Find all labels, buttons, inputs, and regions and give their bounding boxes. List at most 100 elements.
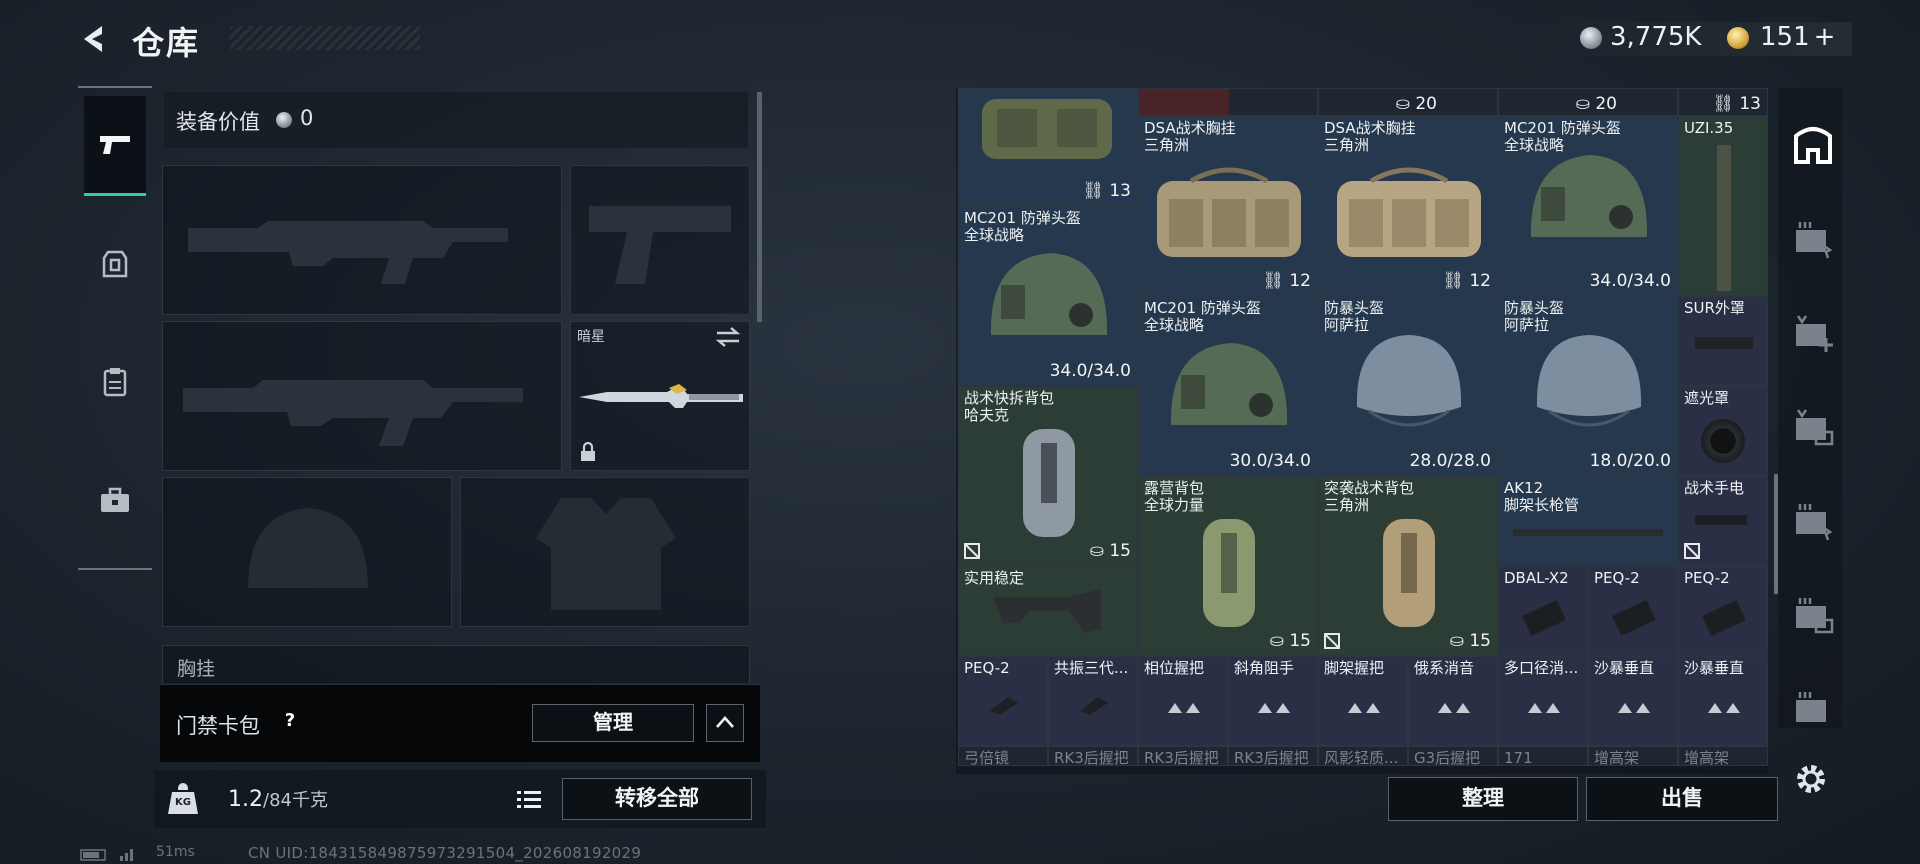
item-name: SUR外罩 — [1684, 299, 1745, 317]
manage-button[interactable]: 管理 — [532, 704, 694, 742]
pistol-slot[interactable] — [570, 165, 750, 315]
melee-slot[interactable]: 暗星 — [570, 321, 750, 471]
storage-item[interactable]: UZI.35 — [1678, 116, 1768, 296]
secondary-weapon-slot[interactable] — [162, 321, 562, 471]
item-name: AK12 脚架长枪管 — [1504, 479, 1580, 514]
gear-icon[interactable] — [1792, 760, 1830, 798]
storage-item[interactable]: 战术手电 — [1678, 476, 1768, 566]
storage-item[interactable]: 沙暴垂直 — [1588, 656, 1678, 746]
storage-item[interactable]: 多口径消... — [1498, 656, 1588, 746]
storage-item[interactable]: 实用稳定 — [958, 566, 1138, 656]
storage-item[interactable]: SUR外罩 — [1678, 296, 1768, 386]
storage-cell[interactable] — [1138, 88, 1318, 116]
item-name: RK3后握把 — [1234, 749, 1309, 766]
chest-rig-slot[interactable]: 胸挂 — [162, 645, 750, 683]
storage-item[interactable]: PEQ-2 — [1588, 566, 1678, 656]
collapse-button[interactable] — [706, 704, 744, 742]
storage-item[interactable]: 风影轻质... — [1318, 746, 1408, 766]
storage-item[interactable]: 相位握把 — [1138, 656, 1228, 746]
storage-item[interactable]: 俄系消音 — [1408, 656, 1498, 746]
storage-item[interactable]: ⛓ 13 — [958, 88, 1138, 206]
item-name: MC201 防弹头盔 全球战略 — [1144, 299, 1261, 334]
primary-weapon-slot[interactable] — [162, 165, 562, 315]
storage-tab-3-icon[interactable] — [1790, 216, 1836, 262]
silver-coin-icon — [276, 112, 292, 128]
storage-item[interactable]: 防暴头盔 阿萨拉 28.0/28.0 — [1318, 296, 1498, 476]
list-icon[interactable] — [514, 784, 544, 814]
back-arrow-icon[interactable] — [78, 22, 112, 56]
item-name: G3后握把 — [1414, 749, 1481, 766]
helmet-slot[interactable] — [162, 477, 452, 627]
item-name: 增高架 — [1594, 749, 1640, 766]
storage-item[interactable]: 露营背包 全球力量 ⛀ 15 — [1138, 476, 1318, 656]
storage-item[interactable]: 防暴头盔 阿萨拉 18.0/20.0 — [1498, 296, 1678, 476]
storage-item[interactable]: 171 — [1498, 746, 1588, 766]
storage-tab-7-icon[interactable] — [1790, 686, 1836, 732]
nav-tab-rig[interactable] — [84, 332, 146, 432]
sort-button[interactable]: 整理 — [1388, 777, 1578, 821]
storage-item[interactable]: RK3后握把 — [1138, 746, 1228, 766]
storage-item[interactable]: 遮光罩 — [1678, 386, 1768, 476]
item-name: DSA战术胸挂 三角洲 — [1144, 119, 1236, 154]
item-name: 遮光罩 — [1684, 389, 1730, 407]
storage-item[interactable]: DSA战术胸挂 三角洲 ⛓ 12 — [1318, 116, 1498, 296]
item-name: 沙暴垂直 — [1594, 659, 1655, 677]
storage-item[interactable]: PEQ-2 — [1678, 566, 1768, 656]
help-icon[interactable]: ? — [277, 710, 303, 736]
nav-tab-case[interactable] — [84, 450, 146, 550]
weight-value: 1.2 — [228, 787, 263, 812]
storage-item[interactable]: 脚架握把 — [1318, 656, 1408, 746]
unknown-item-icon — [1708, 703, 1740, 713]
transfer-all-button[interactable]: 转移全部 — [562, 778, 752, 820]
nav-tab-armor[interactable] — [84, 214, 146, 314]
storage-item[interactable]: DSA战术胸挂 三角洲 ⛓ 12 — [1138, 116, 1318, 296]
swap-icon[interactable] — [715, 326, 741, 348]
equipment-value: 0 — [300, 106, 314, 130]
item-name: PEQ-2 — [1594, 569, 1640, 587]
storage-item[interactable]: MC201 防弹头盔 全球战略 34.0/34.0 — [1498, 116, 1678, 296]
storage-item[interactable]: RK3后握把 — [1048, 746, 1138, 766]
lens-hood-icon — [1701, 419, 1745, 463]
storage-item[interactable]: MC201 防弹头盔 全球战略 34.0/34.0 — [958, 206, 1138, 386]
rifle-silhouette-icon — [188, 221, 508, 284]
storage-item[interactable]: 战术快拆背包 哈夫克 ⛀ 15 — [958, 386, 1138, 566]
storage-item[interactable]: G3后握把 — [1408, 746, 1498, 766]
gold-currency-value[interactable]: 151 + — [1760, 22, 1835, 52]
storage-cell[interactable]: ⛀ 20 — [1318, 88, 1498, 116]
storage-item[interactable]: 斜角阻手 — [1228, 656, 1318, 746]
storage-item[interactable]: RK3后握把 — [1228, 746, 1318, 766]
storage-cell[interactable]: ⛀ 20 — [1498, 88, 1678, 116]
storage-tab-4-icon[interactable] — [1790, 404, 1836, 450]
armor-slot[interactable] — [460, 477, 750, 627]
storage-tab-5-icon[interactable] — [1790, 498, 1836, 544]
storage-item[interactable]: DBAL-X2 — [1498, 566, 1588, 656]
add-currency-button[interactable]: + — [1814, 22, 1836, 52]
storage-cell[interactable]: ⛓ 13 — [1678, 88, 1768, 116]
storage-tab-add-icon[interactable] — [1790, 310, 1836, 356]
storage-item[interactable]: 增高架 — [1588, 746, 1678, 766]
storage-item[interactable]: 共振三代... — [1048, 656, 1138, 746]
storage-item[interactable]: 增高架 — [1678, 746, 1768, 766]
storage-item[interactable]: 弓倍镜 — [958, 746, 1048, 766]
gold-coin-icon — [1727, 27, 1749, 49]
loadout-scrollbar[interactable] — [757, 92, 762, 322]
storage-item[interactable]: PEQ-2 — [958, 656, 1048, 746]
nav-tab-weapons[interactable] — [84, 96, 146, 196]
storage-home-icon[interactable] — [1790, 122, 1836, 168]
storage-item[interactable]: AK12 脚架长枪管 — [1498, 476, 1678, 566]
item-name: 脚架握把 — [1324, 659, 1385, 677]
item-count-value: 15 — [1469, 631, 1491, 651]
item-count: ⛀ 20 — [1575, 94, 1617, 114]
storage-tab-6-icon[interactable] — [1790, 592, 1836, 638]
storage-item[interactable]: 突袭战术背包 三角洲 ⛀ 15 — [1318, 476, 1498, 656]
item-name: 弓倍镜 — [964, 749, 1010, 766]
item-name: 相位握把 — [1144, 659, 1205, 677]
item-name: 斜角阻手 — [1234, 659, 1295, 677]
sell-button[interactable]: 出售 — [1586, 777, 1778, 821]
item-name: PEQ-2 — [1684, 569, 1730, 587]
helmet-icon — [990, 253, 1108, 335]
storage-item[interactable]: MC201 防弹头盔 全球战略 30.0/34.0 — [1138, 296, 1318, 476]
silver-currency-value: 3,775K — [1610, 22, 1702, 52]
storage-item[interactable]: 沙暴垂直 — [1678, 656, 1768, 746]
storage-grid[interactable]: ⛀ 20 ⛀ 20 ⛓ 13 ⛓ 13 DSA战术胸挂 三角洲 ⛓ 12 DSA… — [958, 88, 1768, 766]
